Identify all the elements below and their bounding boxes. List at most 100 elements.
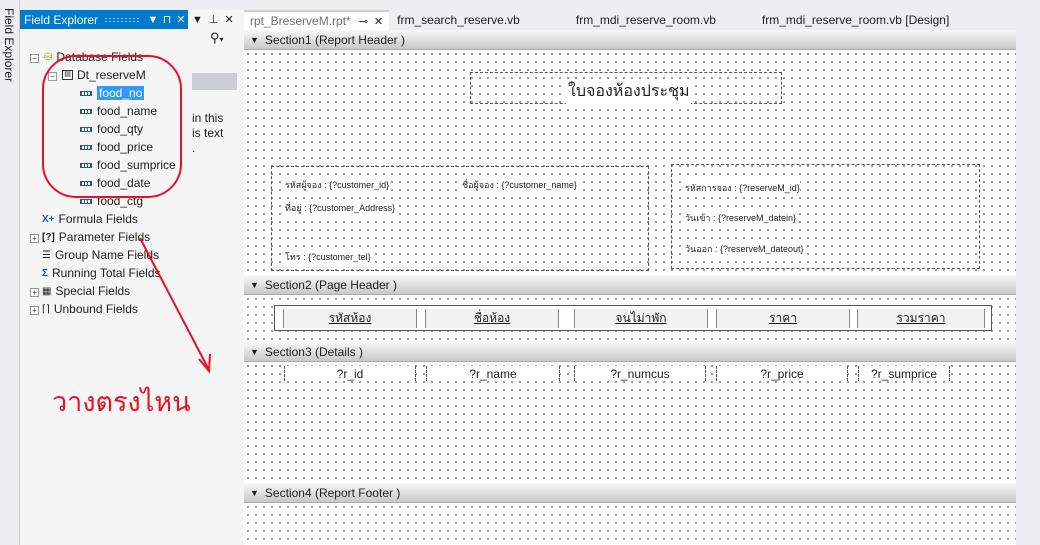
sigma-icon: Σ (42, 267, 49, 279)
section3-header[interactable]: ▼ Section3 (Details ) (244, 342, 1016, 362)
field-label: ชื่อผู้จอง : (462, 180, 499, 190)
field-icon (80, 198, 92, 204)
tree-running-total-fields[interactable]: Σ Running Total Fields (42, 264, 161, 282)
section-label: Section3 (Details ) (264, 344, 363, 359)
pin-icon[interactable]: ⊸ (359, 15, 368, 28)
middle-panel: ▼ ⊥ ✕ ⚲▾ in this is text . (188, 10, 244, 545)
special-icon: ▦ (42, 285, 52, 297)
field-value: {?customer_name} (501, 180, 577, 190)
tree-label: Parameter Fields (58, 230, 151, 244)
close-icon[interactable]: ✕ (174, 13, 188, 26)
detail-r-name[interactable]: ?r_name (426, 366, 560, 381)
field-label: รหัสผู้จอง : (285, 180, 327, 190)
field-value: {?reserveM_datein} (718, 213, 797, 223)
document-tabs: rpt_BreserveM.rpt* ⊸ ✕ frm_search_reserve.… (244, 10, 1040, 30)
customer-id-field[interactable]: รหัสผู้จอง : {?customer_id} (285, 178, 390, 192)
field-label: ที่อยู่ : (285, 203, 307, 213)
customer-name-field[interactable]: ชื่อผู้จอง : {?customer_name} (462, 178, 577, 192)
header-num-guests[interactable]: จนไม่าพัก (574, 309, 708, 328)
field-value: {?reserveM_id} (739, 183, 800, 193)
triangle-down-icon: ▼ (250, 34, 259, 45)
page-header-row[interactable]: รหัสห้อง ชื่อห้อง จนไม่าพัก ราคา รวมราคา (274, 305, 992, 331)
field-label: วันเข้า : (685, 213, 716, 223)
field-label: วันออก : (685, 244, 718, 254)
tab-label: rpt_BreserveM.rpt* (250, 14, 351, 28)
close-icon[interactable]: ✕ (374, 15, 383, 28)
side-tab-label: Field Explorer (2, 8, 16, 83)
field-tree: − ⛁ Database Fields − ▤ Dt_reserveM food_n… (20, 29, 188, 316)
pin-icon[interactable]: ⊓ (160, 13, 174, 26)
field-value: {?customer_Address} (309, 203, 396, 213)
datein-field[interactable]: วันเข้า : {?reserveM_datein} (685, 211, 797, 225)
dropdown-icon[interactable]: ▼ (192, 14, 203, 26)
parameter-icon: [?] (42, 231, 55, 243)
tree-label: Unbound Fields (53, 302, 138, 316)
field-explorer-side-tab[interactable]: Field Explorer (0, 0, 20, 545)
section2-header[interactable]: ▼ Section2 (Page Header ) (244, 275, 1016, 295)
collapse-icon[interactable]: − (30, 54, 39, 63)
tab-frm-mdi-reserve-room-design[interactable]: frm_mdi_reserve_room.vb [Design] (756, 10, 955, 30)
tree-parameter-fields[interactable]: [?] Parameter Fields (42, 228, 150, 246)
header-room-id[interactable]: รหัสห้อง (283, 309, 417, 328)
tab-label: frm_search_reserve.vb (397, 13, 520, 27)
tree-formula-fields[interactable]: X+ Formula Fields (42, 210, 138, 228)
section4-header[interactable]: ▼ Section4 (Report Footer ) (244, 483, 1016, 503)
pin-icon[interactable]: ⊥ (209, 13, 219, 26)
panel-text: in this is text . (192, 111, 224, 155)
detail-r-id[interactable]: ?r_id (284, 366, 416, 381)
reserve-id-field[interactable]: รหัสการจอง : {?reserveM_id} (685, 181, 800, 195)
formula-icon: X+ (42, 213, 55, 225)
detail-r-price[interactable]: ?r_price (716, 366, 848, 381)
field-label: รหัสการจอง : (685, 183, 737, 193)
close-icon[interactable]: ✕ (224, 13, 233, 26)
annotation-circle (42, 55, 182, 198)
header-room-name[interactable]: ชื่อห้อง (425, 309, 559, 328)
group-icon: ☰ (42, 249, 51, 261)
address-field[interactable]: ที่อยู่ : {?customer_Address} (285, 201, 396, 215)
report-title: ใบจองห้องประชุม (566, 79, 692, 104)
detail-r-sumprice[interactable]: ?r_sumprice (858, 366, 950, 381)
tel-field[interactable]: โทร : {?customer_tel} (285, 250, 371, 264)
tab-rpt-breservem[interactable]: rpt_BreserveM.rpt* ⊸ ✕ (244, 10, 390, 30)
triangle-down-icon: ▼ (250, 487, 259, 498)
field-label: โทร : (285, 252, 306, 262)
dateout-field[interactable]: วันออก : {?reserveM_dateout} (685, 242, 804, 256)
field-explorer-titlebar: Field Explorer ▼ ⊓ ✕ (20, 10, 188, 29)
section1-header[interactable]: ▼ Section1 (Report Header ) (244, 30, 1016, 50)
tree-label: Running Total Fields (52, 266, 161, 280)
annotation-text: วางตรงไหน (52, 387, 191, 418)
detail-r-numcus[interactable]: ?r_numcus (574, 366, 706, 381)
expand-icon[interactable]: + (30, 306, 39, 315)
tab-label: frm_mdi_reserve_room.vb (575, 13, 716, 27)
tree-label: Formula Fields (58, 212, 138, 226)
section-label: Section2 (Page Header ) (264, 277, 397, 292)
tree-unbound-fields[interactable]: ⌈⌉ Unbound Fields (42, 300, 138, 318)
section-label: Section4 (Report Footer ) (264, 485, 401, 500)
triangle-down-icon: ▼ (250, 279, 259, 290)
section-label: Section1 (Report Header ) (264, 32, 405, 47)
search-icon[interactable]: ⚲▾ (188, 30, 238, 50)
tab-frm-search-reserve[interactable]: frm_search_reserve.vb (391, 10, 526, 30)
tab-label: frm_mdi_reserve_room.vb [Design] (761, 13, 950, 27)
middle-panel-header: ▼ ⊥ ✕ (188, 10, 244, 29)
expand-icon[interactable]: + (30, 288, 39, 297)
tree-label: Group Name Fields (54, 248, 160, 262)
field-value: {?customer_tel} (308, 252, 371, 262)
drag-grip[interactable] (104, 16, 140, 23)
tree-label: Special Fields (55, 284, 131, 298)
dropdown-icon[interactable]: ▼ (146, 14, 160, 26)
section4-body[interactable] (244, 503, 1016, 545)
unbound-icon: ⌈⌉ (42, 303, 50, 315)
database-icon: ⛁ (44, 51, 53, 63)
expand-icon[interactable]: + (30, 234, 39, 243)
field-value: {?reserveM_dateout} (719, 244, 804, 254)
panel-bar (192, 73, 237, 90)
triangle-down-icon: ▼ (250, 346, 259, 357)
header-price[interactable]: ราคา (716, 309, 850, 328)
tab-frm-mdi-reserve-room[interactable]: frm_mdi_reserve_room.vb (570, 10, 722, 30)
tree-group-name-fields[interactable]: ☰ Group Name Fields (42, 246, 159, 264)
tree-special-fields[interactable]: ▦ Special Fields (42, 282, 130, 300)
field-explorer-title: Field Explorer (24, 12, 99, 27)
header-sum-price[interactable]: รวมราคา (857, 309, 985, 328)
field-value: {?customer_id} (329, 180, 390, 190)
